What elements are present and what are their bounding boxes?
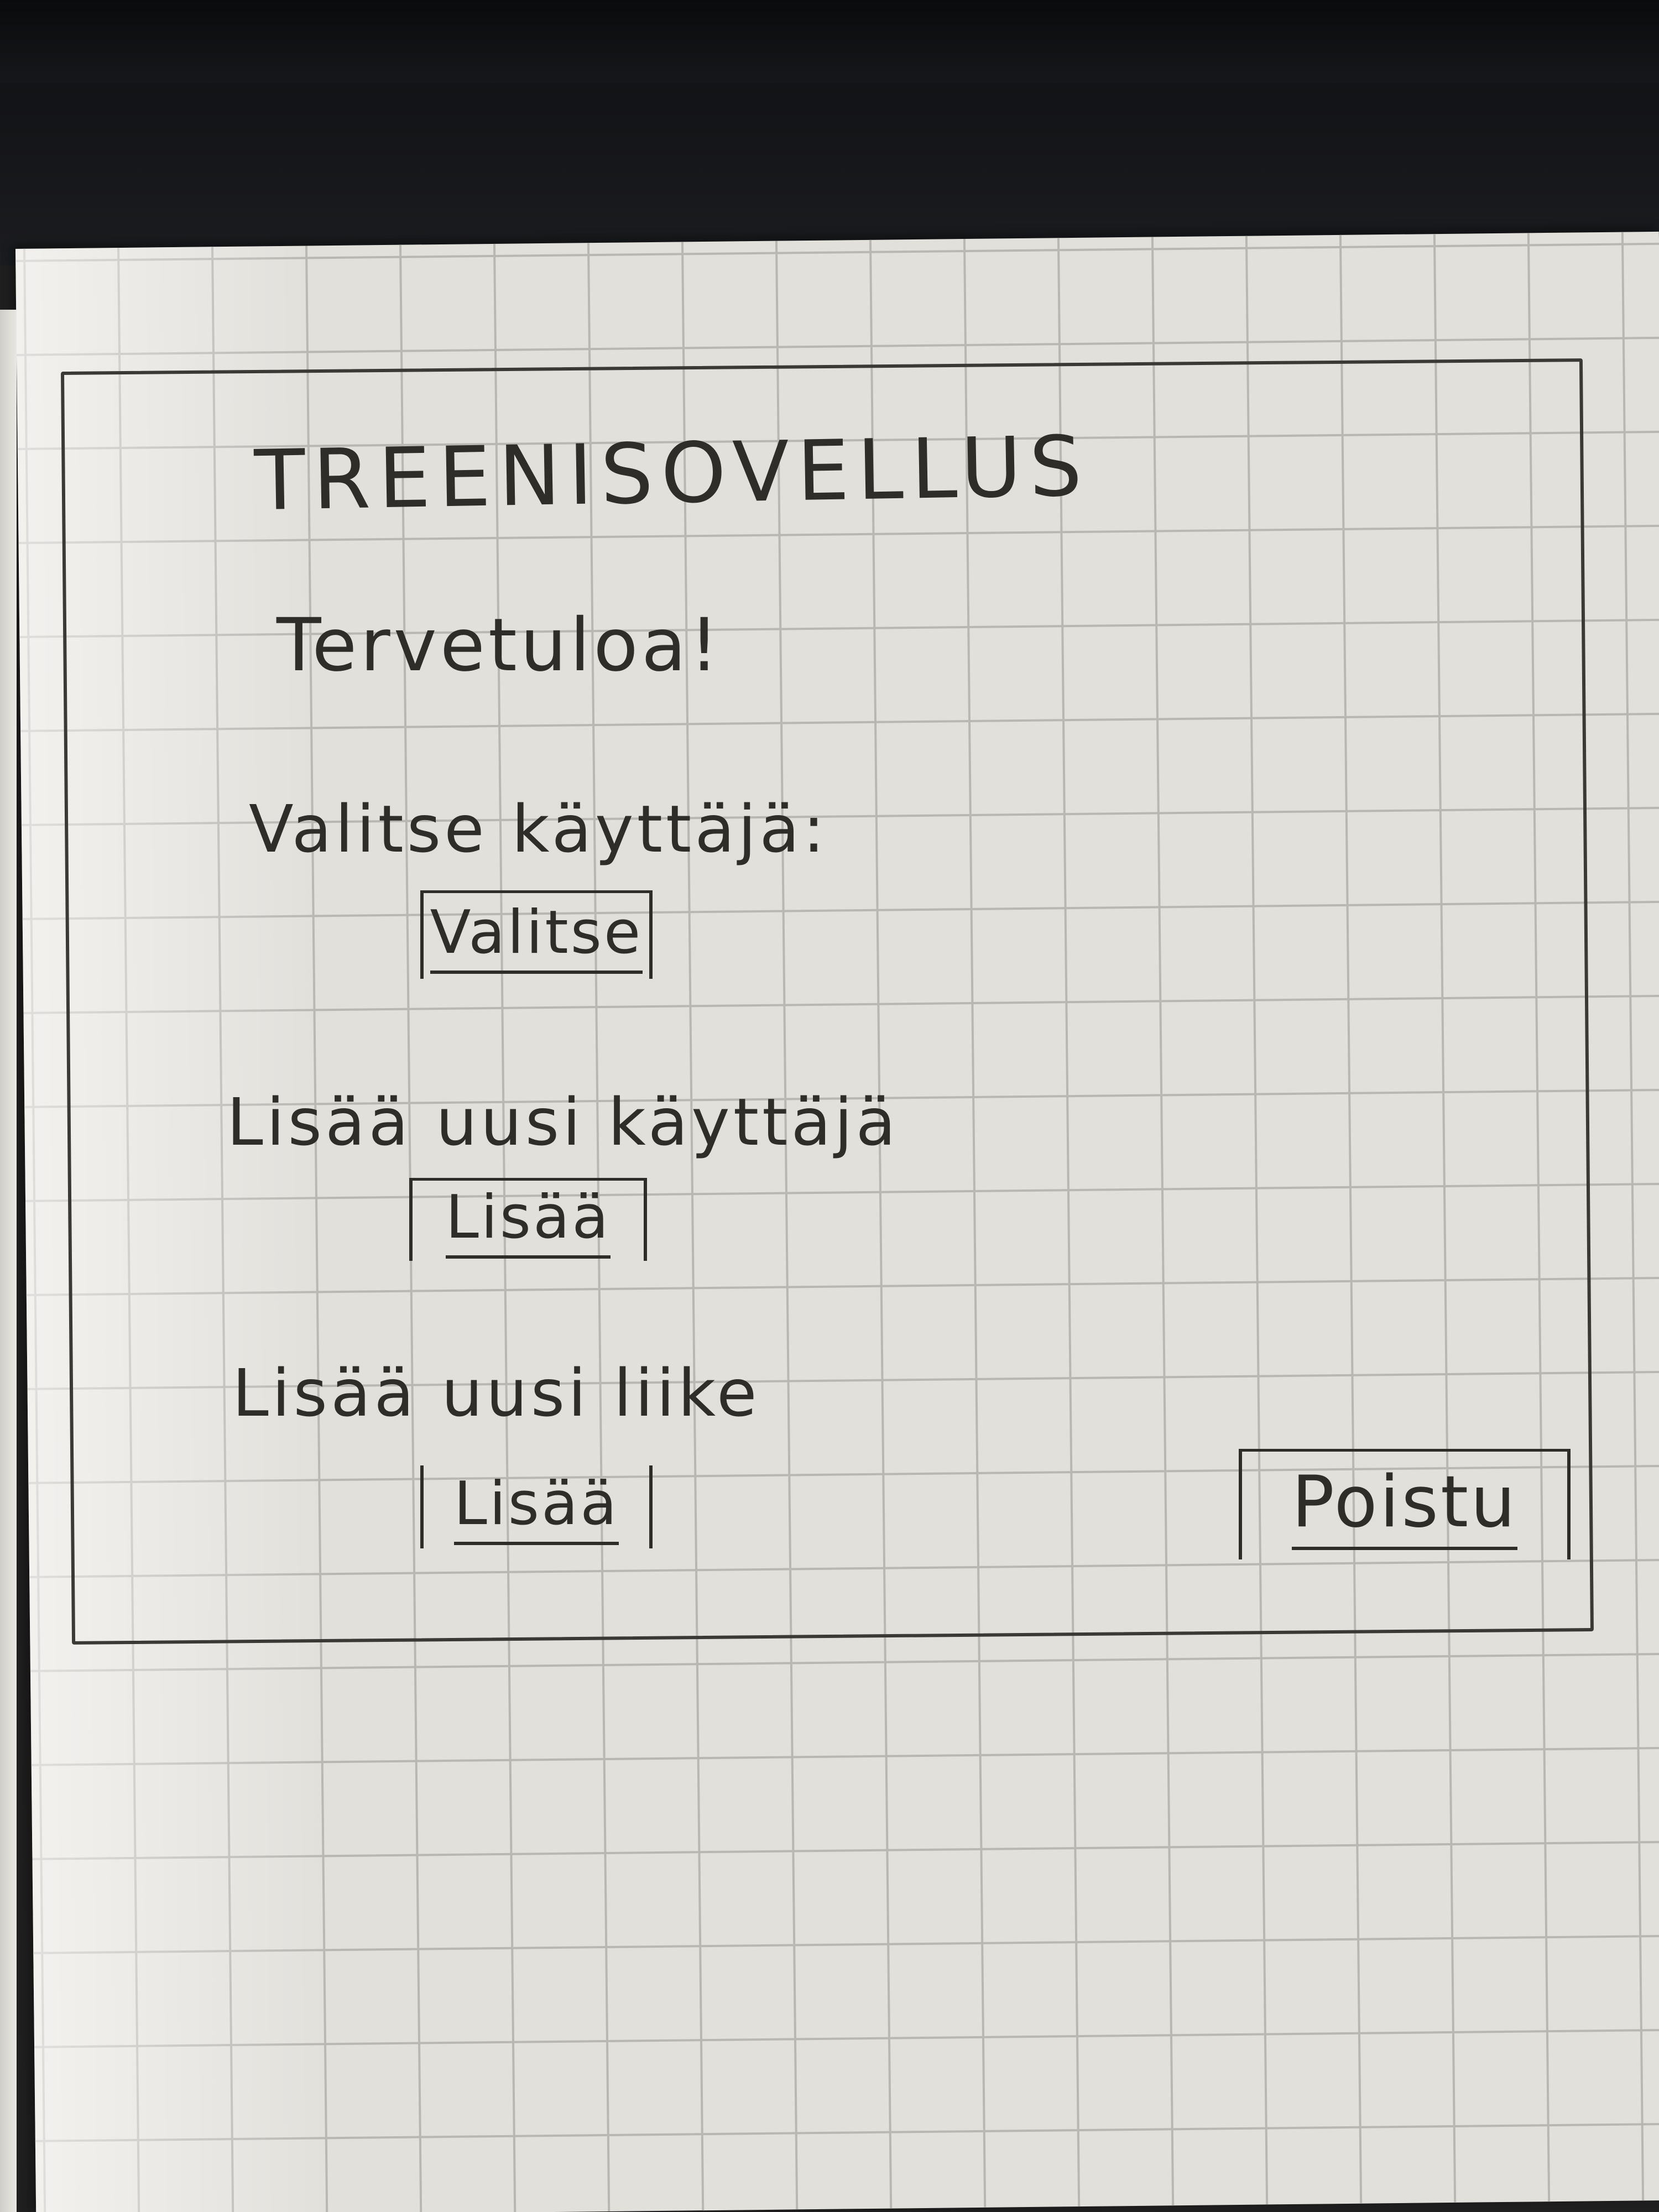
add-user-label: Lisää uusi käyttäjä <box>227 1084 899 1160</box>
select-user-button[interactable]: Valitse <box>420 890 653 979</box>
exit-button[interactable]: Poistu <box>1239 1449 1571 1559</box>
app-title: TREENISOVELLUS <box>253 418 1091 530</box>
keyboard-edge <box>0 0 1659 83</box>
select-user-label: Valitse käyttäjä: <box>249 791 828 867</box>
add-user-button-label: Lisää <box>445 1183 611 1259</box>
photo-stage: TREENISOVELLUS Tervetuloa! Valitse käytt… <box>0 0 1659 2212</box>
add-move-button[interactable]: Lisää <box>420 1465 653 1548</box>
notebook-page-edge <box>0 310 17 2212</box>
select-user-button-label: Valitse <box>430 898 643 974</box>
add-move-button-label: Lisää <box>453 1469 619 1545</box>
welcome-text: Tervetuloa! <box>276 603 722 688</box>
add-move-label: Lisää uusi liike <box>232 1355 760 1431</box>
exit-button-label: Poistu <box>1291 1461 1518 1550</box>
add-user-button[interactable]: Lisää <box>409 1178 647 1261</box>
desk-background <box>0 0 1659 265</box>
